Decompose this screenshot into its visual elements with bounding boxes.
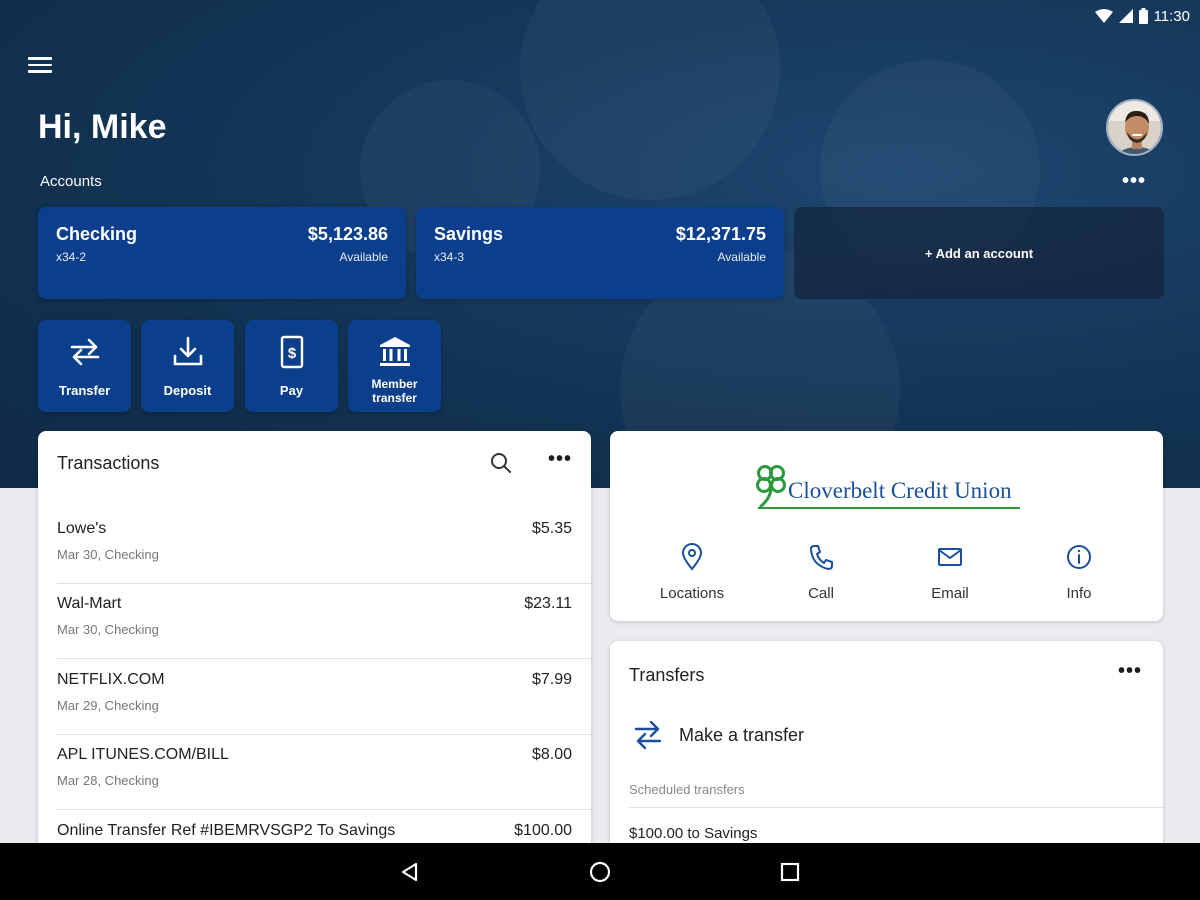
scheduled-transfers-label: Scheduled transfers <box>629 782 745 797</box>
system-nav-bar <box>0 843 1200 900</box>
divider <box>57 658 591 659</box>
cell-signal-icon <box>1118 9 1133 23</box>
transfers-more-icon[interactable]: ••• <box>1118 660 1142 683</box>
transaction-meta: Mar 30, Checking <box>57 622 159 637</box>
divider <box>57 809 591 810</box>
account-number: x34-3 <box>434 250 465 264</box>
transaction-meta: Mar 30, Checking <box>57 547 159 562</box>
call-button[interactable]: Call <box>761 543 881 607</box>
deposit-icon <box>173 336 202 366</box>
pay-button[interactable]: $ Pay <box>245 320 338 412</box>
make-transfer-label: Make a transfer <box>679 725 805 745</box>
transactions-more-icon[interactable]: ••• <box>548 448 572 471</box>
available-label: Available <box>339 250 388 264</box>
greeting: Hi, Mike <box>38 108 167 146</box>
home-icon[interactable] <box>585 857 615 887</box>
wifi-icon <box>1094 9 1113 23</box>
deposit-label: Deposit <box>163 383 212 398</box>
battery-icon <box>1138 8 1148 24</box>
avatar[interactable] <box>1106 99 1163 156</box>
transaction-row[interactable]: Wal-Mart $23.11 Mar 30, Checking <box>38 584 591 659</box>
bank-icon <box>379 337 410 366</box>
transaction-amount: $8.00 <box>531 746 572 763</box>
pay-bill-icon: $ <box>280 335 303 369</box>
deposit-button[interactable]: Deposit <box>141 320 234 412</box>
transaction-amount: $23.11 <box>524 595 572 612</box>
account-balance: $12,371.75 <box>675 224 766 244</box>
credit-union-name: Cloverbelt Credit Union <box>788 478 1012 503</box>
info-icon <box>1067 545 1091 569</box>
email-label: Email <box>931 585 969 602</box>
search-icon[interactable] <box>489 451 513 480</box>
transaction-description: Lowe's <box>57 520 107 537</box>
clock: 11:30 <box>1153 7 1190 25</box>
account-card-checking[interactable]: Checking x34-2 $5,123.86 Available <box>38 207 406 299</box>
member-transfer-button[interactable]: Member transfer <box>348 320 441 412</box>
transfer-label: Transfer <box>58 383 111 398</box>
clover-icon <box>756 465 786 509</box>
info-button[interactable]: Info <box>1019 543 1139 607</box>
transaction-row[interactable]: APL ITUNES.COM/BILL $8.00 Mar 28, Checki… <box>38 735 591 810</box>
recents-icon[interactable] <box>775 857 805 887</box>
transaction-row[interactable]: NETFLIX.COM $7.99 Mar 29, Checking <box>38 660 591 735</box>
account-number: x34-2 <box>56 250 87 264</box>
credit-union-card: Cloverbelt Credit Union Locations Call E… <box>610 431 1163 621</box>
divider <box>629 807 1163 808</box>
make-transfer-button[interactable]: Make a transfer <box>632 715 932 755</box>
transfers-card: Transfers ••• Make a transfer Scheduled … <box>610 641 1163 861</box>
transaction-row[interactable]: Lowe's $5.35 Mar 30, Checking <box>38 509 591 584</box>
call-label: Call <box>808 585 834 602</box>
account-card-savings[interactable]: Savings x34-3 $12,371.75 Available <box>416 207 784 299</box>
member-transfer-label: Member transfer <box>371 377 418 405</box>
transactions-card: Transactions ••• Lowe's $5.35 Mar 30, Ch… <box>38 431 591 861</box>
credit-union-logo: Cloverbelt Credit Union <box>752 463 1022 511</box>
transaction-description: APL ITUNES.COM/BILL <box>57 746 229 763</box>
menu-icon[interactable] <box>28 52 58 78</box>
scheduled-transfer-item[interactable]: $100.00 to Savings <box>629 825 757 842</box>
status-bar: 11:30 <box>0 0 1200 32</box>
transfer-icon <box>634 720 662 750</box>
account-name: Checking <box>56 224 138 244</box>
transactions-title: Transactions <box>57 453 160 473</box>
transfer-icon <box>70 338 99 366</box>
accounts-more-icon[interactable]: ••• <box>1122 170 1146 193</box>
available-label: Available <box>717 250 766 264</box>
info-label: Info <box>1066 585 1092 602</box>
accounts-label: Accounts <box>40 173 102 190</box>
phone-icon <box>810 545 833 570</box>
email-button[interactable]: Email <box>890 543 1010 607</box>
transaction-meta: Mar 29, Checking <box>57 698 159 713</box>
logo-underline <box>758 507 1020 509</box>
transaction-description: Wal-Mart <box>57 595 122 612</box>
account-name: Savings <box>434 224 504 244</box>
add-account-button[interactable]: + Add an account <box>794 207 1164 299</box>
transfers-title: Transfers <box>629 665 705 685</box>
transfer-button[interactable]: Transfer <box>38 320 131 412</box>
svg-text:$: $ <box>287 345 296 362</box>
transaction-description: Online Transfer Ref #IBEMRVSGP2 To Savin… <box>57 822 396 839</box>
transaction-description: NETFLIX.COM <box>57 671 165 688</box>
location-pin-icon <box>681 543 703 571</box>
back-icon[interactable] <box>395 857 425 887</box>
locations-button[interactable]: Locations <box>632 543 752 607</box>
transaction-amount: $7.99 <box>531 671 572 688</box>
email-icon <box>938 548 962 566</box>
locations-label: Locations <box>659 585 725 602</box>
pay-label: Pay <box>279 383 304 398</box>
transaction-amount: $5.35 <box>531 520 572 537</box>
account-balance: $5,123.86 <box>307 224 388 244</box>
transaction-amount: $100.00 <box>514 822 572 839</box>
transaction-meta: Mar 28, Checking <box>57 773 159 788</box>
